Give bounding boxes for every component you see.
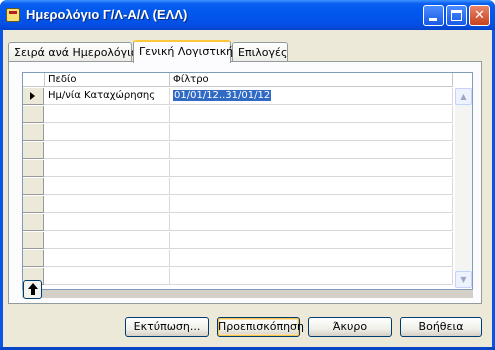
help-button[interactable]: Βοήθεια: [400, 317, 482, 337]
row-selector[interactable]: [23, 214, 44, 231]
minimize-button[interactable]: [423, 5, 444, 26]
filter-cell[interactable]: [170, 232, 453, 248]
table-row[interactable]: [23, 232, 453, 249]
tab-label: Σειρά ανά Ημερολόγια: [14, 46, 139, 59]
table-row[interactable]: [23, 196, 453, 213]
field-cell[interactable]: [45, 250, 170, 266]
filter-grid: Πεδίο Φίλτρο Ημ/νία Καταχώρησης 01/01/12…: [22, 72, 473, 290]
close-button[interactable]: ✕: [469, 5, 490, 26]
row-selector[interactable]: [23, 142, 44, 159]
field-cell[interactable]: [45, 178, 170, 194]
vertical-scrollbar[interactable]: ▲ ▼: [455, 88, 472, 288]
scroll-up-button[interactable]: ▲: [455, 88, 472, 105]
move-up-button[interactable]: [23, 280, 42, 299]
minimize-icon: [429, 18, 437, 21]
row-selector[interactable]: [23, 88, 44, 105]
tab-journal-series[interactable]: Σειρά ανά Ημερολόγια: [8, 42, 138, 62]
arrow-up-stem: [31, 289, 35, 295]
filter-value[interactable]: 01/01/12..31/01/12: [173, 90, 272, 101]
field-cell[interactable]: [45, 232, 170, 248]
row-selector[interactable]: [23, 250, 44, 267]
row-selector[interactable]: [23, 160, 44, 177]
field-cell[interactable]: [45, 196, 170, 212]
title-bar[interactable]: Ημερολόγιο Γ/Λ-Α/Λ (ΕΛΛ) ✕: [0, 0, 495, 30]
dialog-body: Σειρά ανά Ημερολόγια Γενική Λογιστική Επ…: [3, 30, 492, 347]
chevron-down-icon: ▼: [460, 275, 467, 284]
row-selector[interactable]: [23, 178, 44, 195]
cancel-button[interactable]: Άκυρο: [308, 317, 392, 337]
field-cell[interactable]: [45, 268, 170, 284]
filter-cell[interactable]: [170, 124, 453, 140]
table-row[interactable]: [23, 178, 453, 195]
print-button[interactable]: Εκτύπωση...: [125, 317, 209, 337]
field-cell[interactable]: Ημ/νία Καταχώρησης: [45, 88, 170, 104]
table-row[interactable]: Ημ/νία Καταχώρησης 01/01/12..31/01/12: [23, 88, 453, 105]
filter-cell[interactable]: [170, 178, 453, 194]
tab-label: Γενική Λογιστική: [139, 45, 234, 58]
table-row[interactable]: [23, 106, 453, 123]
table-row[interactable]: [23, 142, 453, 159]
filter-cell[interactable]: [170, 142, 453, 158]
current-row-icon: [30, 92, 35, 100]
table-row[interactable]: [23, 250, 453, 267]
tab-label: Επιλογές: [238, 46, 288, 59]
row-selector-header: [23, 73, 45, 87]
filter-cell[interactable]: [170, 106, 453, 122]
table-row[interactable]: [23, 214, 453, 231]
tab-options[interactable]: Επιλογές: [232, 42, 288, 62]
column-header-field[interactable]: Πεδίο: [45, 73, 170, 87]
field-cell[interactable]: [45, 214, 170, 230]
filter-cell[interactable]: [170, 250, 453, 266]
chevron-up-icon: ▲: [460, 92, 467, 101]
maximize-icon: [451, 10, 462, 21]
app-icon: [6, 8, 20, 22]
table-row[interactable]: [23, 160, 453, 177]
tab-general-ledger[interactable]: Γενική Λογιστική: [133, 40, 234, 63]
filter-cell[interactable]: [170, 160, 453, 176]
row-selector[interactable]: [23, 196, 44, 213]
field-cell[interactable]: [45, 142, 170, 158]
field-cell[interactable]: [45, 124, 170, 140]
column-header-filter[interactable]: Φίλτρο: [170, 73, 453, 87]
row-selector[interactable]: [23, 232, 44, 249]
scroll-down-button[interactable]: ▼: [455, 271, 472, 288]
field-cell[interactable]: [45, 106, 170, 122]
maximize-button[interactable]: [446, 5, 467, 26]
grid-footer-bar: [22, 290, 473, 298]
table-row[interactable]: [23, 268, 453, 285]
filter-cell[interactable]: 01/01/12..31/01/12: [170, 88, 453, 104]
row-selector[interactable]: [23, 124, 44, 141]
preview-button[interactable]: Προεπισκόπηση: [217, 317, 304, 337]
tab-panel-general-ledger: Πεδίο Φίλτρο Ημ/νία Καταχώρησης 01/01/12…: [8, 61, 482, 304]
filter-cell[interactable]: [170, 268, 453, 284]
close-icon: ✕: [474, 8, 485, 23]
field-cell[interactable]: [45, 160, 170, 176]
table-row[interactable]: [23, 124, 453, 141]
window-title: Ημερολόγιο Γ/Λ-Α/Λ (ΕΛΛ): [26, 7, 188, 22]
filter-cell[interactable]: [170, 214, 453, 230]
filter-cell[interactable]: [170, 196, 453, 212]
row-selector[interactable]: [23, 106, 44, 123]
dialog-window: Ημερολόγιο Γ/Λ-Α/Λ (ΕΛΛ) ✕ Σειρά ανά Ημε…: [0, 0, 495, 350]
